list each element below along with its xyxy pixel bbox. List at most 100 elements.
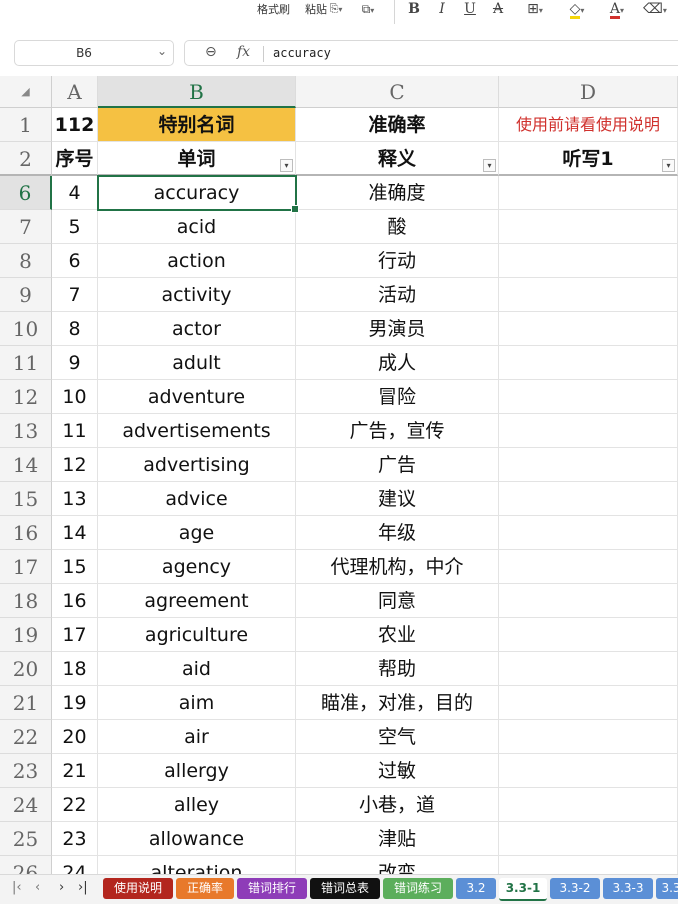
dictation-cell[interactable] xyxy=(499,346,678,380)
accuracy-label-cell[interactable]: 准确率 xyxy=(296,108,499,142)
row-header[interactable]: 13 xyxy=(0,414,52,448)
header-dictation-cell[interactable]: 听写1 ▾ xyxy=(499,142,678,176)
meaning-cell[interactable]: 年级 xyxy=(296,516,499,550)
word-cell[interactable]: age xyxy=(98,516,296,550)
meaning-cell[interactable]: 行动 xyxy=(296,244,499,278)
filter-dropdown-icon[interactable]: ▾ xyxy=(662,159,675,172)
next-sheet-icon[interactable]: › xyxy=(59,880,64,895)
row-header[interactable]: 8 xyxy=(0,244,52,278)
filter-dropdown-icon[interactable]: ▾ xyxy=(280,159,293,172)
row-header[interactable]: 2 xyxy=(0,142,52,176)
word-cell[interactable]: agreement xyxy=(98,584,296,618)
dictation-cell[interactable] xyxy=(499,176,678,210)
meaning-cell[interactable]: 农业 xyxy=(296,618,499,652)
word-cell[interactable]: acid xyxy=(98,210,296,244)
meaning-cell[interactable]: 男演员 xyxy=(296,312,499,346)
row-header[interactable]: 20 xyxy=(0,652,52,686)
function-icon[interactable]: fx xyxy=(237,44,250,60)
row-header[interactable]: 16 xyxy=(0,516,52,550)
index-cell[interactable]: 10 xyxy=(52,380,98,414)
row-header[interactable]: 18 xyxy=(0,584,52,618)
meaning-cell[interactable]: 代理机构，中介 xyxy=(296,550,499,584)
meaning-cell[interactable]: 津贴 xyxy=(296,822,499,856)
index-cell[interactable]: 15 xyxy=(52,550,98,584)
fill-color-icon[interactable]: ◇▾ xyxy=(561,0,593,19)
index-cell[interactable]: 9 xyxy=(52,346,98,380)
sheet-tab[interactable]: 3.3-3 xyxy=(603,878,653,899)
dictation-cell[interactable] xyxy=(499,788,678,822)
dictation-cell[interactable] xyxy=(499,584,678,618)
select-all-corner[interactable]: ◢ xyxy=(0,76,52,108)
row-header[interactable]: 19 xyxy=(0,618,52,652)
meaning-cell[interactable]: 过敏 xyxy=(296,754,499,788)
row-header[interactable]: 9 xyxy=(0,278,52,312)
instructions-note-cell[interactable]: 使用前请看使用说明 xyxy=(499,108,678,142)
meaning-cell[interactable]: 帮助 xyxy=(296,652,499,686)
word-cell[interactable]: adult xyxy=(98,346,296,380)
word-cell[interactable]: advice xyxy=(98,482,296,516)
index-cell[interactable]: 8 xyxy=(52,312,98,346)
index-cell[interactable]: 4 xyxy=(52,176,98,210)
dictation-cell[interactable] xyxy=(499,482,678,516)
sheet-tab[interactable]: 错词练习 xyxy=(383,878,453,899)
meaning-cell[interactable]: 小巷，道 xyxy=(296,788,499,822)
dictation-cell[interactable] xyxy=(499,278,678,312)
dictation-cell[interactable] xyxy=(499,652,678,686)
header-index-cell[interactable]: 序号 xyxy=(52,142,98,176)
index-cell[interactable]: 18 xyxy=(52,652,98,686)
meaning-cell[interactable]: 成人 xyxy=(296,346,499,380)
word-cell[interactable]: actor xyxy=(98,312,296,346)
index-cell[interactable]: 13 xyxy=(52,482,98,516)
meaning-cell[interactable]: 瞄准，对准，目的 xyxy=(296,686,499,720)
paste-button[interactable]: 粘贴 xyxy=(305,1,327,17)
index-cell[interactable]: 5 xyxy=(52,210,98,244)
format-painter-button[interactable]: 格式刷 xyxy=(257,1,290,17)
index-cell[interactable]: 17 xyxy=(52,618,98,652)
dictation-cell[interactable] xyxy=(499,210,678,244)
filter-dropdown-icon[interactable]: ▾ xyxy=(483,159,496,172)
chevron-down-icon[interactable]: ⌄ xyxy=(157,44,167,58)
spreadsheet-grid[interactable]: ◢ A B C D 1 112 特别名词 准确率 使用前请看使用说明 2 序号 … xyxy=(0,76,678,874)
zoom-icon[interactable]: ⊖ xyxy=(205,44,217,60)
italic-button[interactable]: I xyxy=(434,0,450,18)
index-cell[interactable]: 14 xyxy=(52,516,98,550)
word-cell[interactable]: advertisements xyxy=(98,414,296,448)
dictation-cell[interactable] xyxy=(499,822,678,856)
row-header[interactable]: 22 xyxy=(0,720,52,754)
meaning-cell[interactable]: 空气 xyxy=(296,720,499,754)
sheet-tab[interactable]: 3.3-2 xyxy=(550,878,600,899)
word-cell[interactable]: allowance xyxy=(98,822,296,856)
index-cell[interactable]: 11 xyxy=(52,414,98,448)
word-cell[interactable]: accuracy xyxy=(98,176,296,210)
copy-icon[interactable]: ⧉▾ xyxy=(355,0,381,18)
row-header[interactable]: 23 xyxy=(0,754,52,788)
meaning-cell[interactable]: 同意 xyxy=(296,584,499,618)
row-header[interactable]: 6 xyxy=(0,176,52,210)
meaning-cell[interactable]: 酸 xyxy=(296,210,499,244)
header-meaning-cell[interactable]: 释义 ▾ xyxy=(296,142,499,176)
name-box[interactable]: B6 ⌄ xyxy=(14,40,174,66)
word-cell[interactable]: alteration xyxy=(98,856,296,874)
prev-sheet-icon[interactable]: ‹ xyxy=(35,880,40,895)
meaning-cell[interactable]: 活动 xyxy=(296,278,499,312)
index-cell[interactable]: 21 xyxy=(52,754,98,788)
row-header[interactable]: 26 xyxy=(0,856,52,874)
dictation-cell[interactable] xyxy=(499,856,678,874)
dictation-cell[interactable] xyxy=(499,414,678,448)
word-cell[interactable]: alley xyxy=(98,788,296,822)
last-sheet-icon[interactable]: ›| xyxy=(78,880,88,895)
meaning-cell[interactable]: 广告 xyxy=(296,448,499,482)
sheet-tab[interactable]: 错词排行 xyxy=(237,878,307,899)
index-cell[interactable]: 22 xyxy=(52,788,98,822)
dictation-cell[interactable] xyxy=(499,380,678,414)
row-header[interactable]: 1 xyxy=(0,108,52,142)
word-cell[interactable]: allergy xyxy=(98,754,296,788)
row-header[interactable]: 15 xyxy=(0,482,52,516)
sheet-tab[interactable]: 错词总表 xyxy=(310,878,380,899)
word-cell[interactable]: advertising xyxy=(98,448,296,482)
word-cell[interactable]: agriculture xyxy=(98,618,296,652)
row-header[interactable]: 11 xyxy=(0,346,52,380)
meaning-cell[interactable]: 准确度 xyxy=(296,176,499,210)
sheet-tab[interactable]: 3.3 xyxy=(656,878,678,899)
word-cell[interactable]: aim xyxy=(98,686,296,720)
